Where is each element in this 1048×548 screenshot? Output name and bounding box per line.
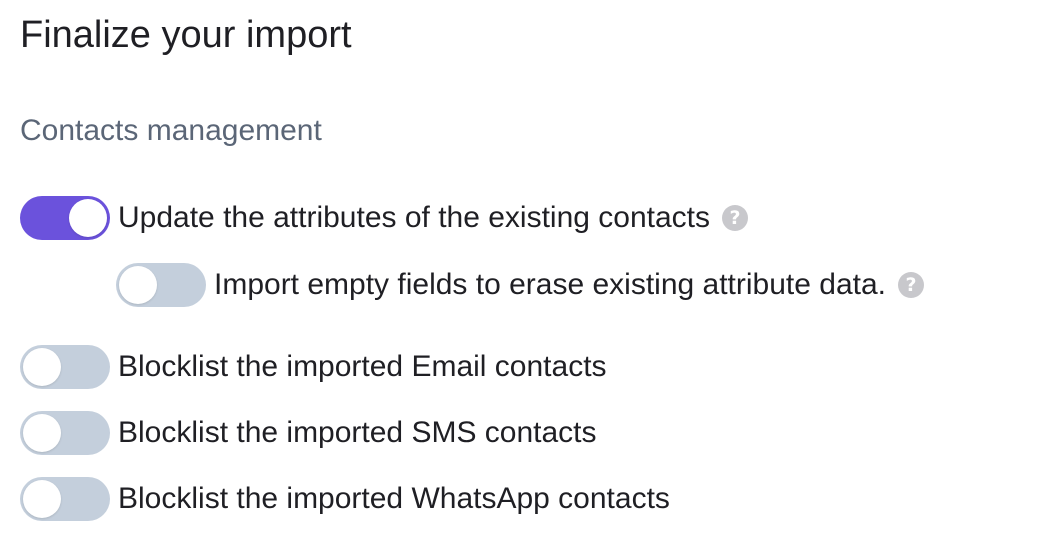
option-blocklist-email: Blocklist the imported Email contacts — [20, 344, 607, 390]
toggle-knob — [23, 480, 61, 518]
import-empty-fields-label: Import empty fields to erase existing at… — [214, 268, 886, 301]
toggle-knob — [23, 348, 61, 386]
question-circle-icon[interactable]: ? — [722, 205, 749, 231]
question-circle-icon[interactable]: ? — [898, 272, 924, 298]
toggle-knob — [69, 199, 107, 237]
toggle-knob — [119, 266, 157, 304]
option-update-attributes: Update the attributes of the existing co… — [20, 195, 749, 241]
blocklist-sms-label: Blocklist the imported SMS contacts — [118, 416, 597, 449]
blocklist-whatsapp-toggle[interactable] — [20, 477, 110, 521]
section-title: Contacts management — [20, 114, 322, 147]
blocklist-email-toggle[interactable] — [20, 345, 110, 389]
update-attributes-label: Update the attributes of the existing co… — [118, 201, 711, 234]
option-blocklist-sms: Blocklist the imported SMS contacts — [20, 410, 597, 456]
blocklist-whatsapp-label: Blocklist the imported WhatsApp contacts — [118, 482, 670, 515]
toggle-knob — [23, 414, 61, 452]
option-blocklist-whatsapp: Blocklist the imported WhatsApp contacts — [20, 476, 670, 522]
import-empty-fields-toggle[interactable] — [116, 263, 206, 307]
option-import-empty-fields: Import empty fields to erase existing at… — [116, 262, 924, 308]
update-attributes-toggle[interactable] — [20, 196, 110, 240]
blocklist-sms-toggle[interactable] — [20, 411, 110, 455]
blocklist-email-label: Blocklist the imported Email contacts — [118, 350, 607, 383]
page-title: Finalize your import — [20, 14, 352, 56]
